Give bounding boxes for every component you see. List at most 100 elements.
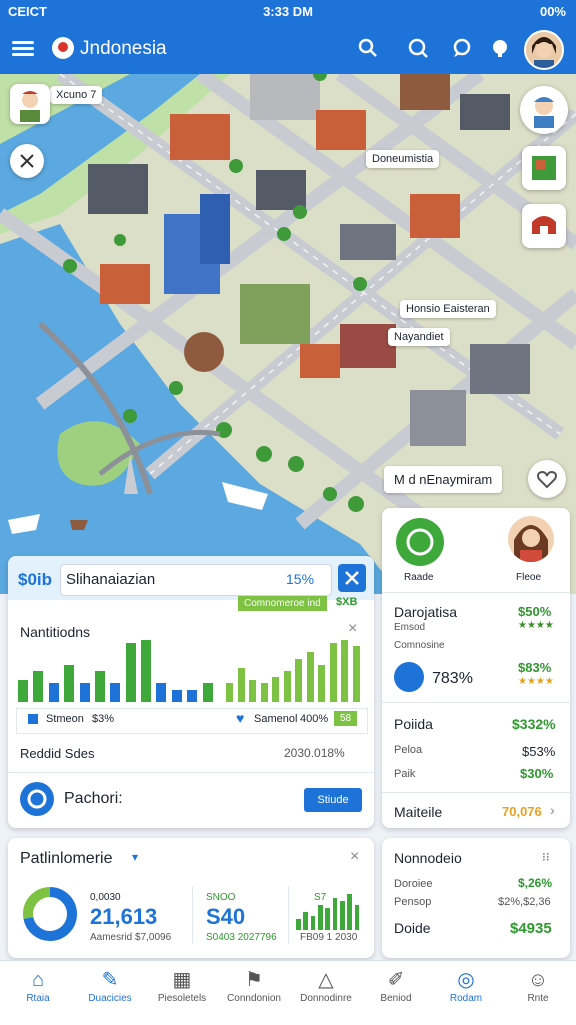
k1-foot: Aamesrid $7,0096	[90, 932, 172, 943]
chevron-right-icon[interactable]: ›	[550, 802, 555, 818]
chart-bar	[156, 683, 167, 702]
nav-item-search[interactable]: ◎ Rodam	[430, 967, 502, 1021]
k3-foot: FB09 1 2030	[300, 932, 358, 943]
avatar[interactable]	[524, 30, 564, 70]
chart-bar	[354, 904, 360, 930]
building-icon: ▦	[172, 969, 192, 991]
user-avatar[interactable]	[508, 516, 554, 562]
label-a: Raade	[404, 572, 434, 583]
summary-title: Slihanaiazian	[66, 571, 156, 588]
bar-chart-right	[226, 640, 364, 702]
nav-item-edit[interactable]: ✐ Beniod	[360, 967, 432, 1021]
chart-bar	[226, 683, 234, 702]
chart-bar	[340, 901, 345, 930]
nav-label: Beniod	[380, 993, 412, 1004]
footer-value[interactable]: 70,076	[502, 804, 542, 819]
chart-bar	[249, 680, 257, 702]
tent-icon: △	[318, 969, 334, 991]
map-label-center[interactable]: Honsio Eaisteran	[400, 300, 496, 318]
nav-item-map[interactable]: ⚑ Conndonion	[218, 967, 290, 1021]
r1-title: Darojatisa	[394, 604, 458, 620]
app-title: Jndonesia	[80, 38, 167, 59]
big-percent: 783%	[432, 670, 473, 687]
chart-bar	[306, 652, 314, 702]
chart-icon	[394, 662, 424, 692]
close-icon[interactable]: ×	[348, 620, 357, 638]
chart-bar	[332, 897, 338, 930]
favorite-icon[interactable]	[528, 460, 566, 498]
nav-label: Rtaia	[26, 993, 50, 1004]
guide-avatar-icon[interactable]	[520, 86, 568, 134]
map-label-district[interactable]: Nayandiet	[388, 328, 450, 346]
landmark-icon[interactable]	[522, 204, 566, 248]
explore-icon[interactable]	[406, 37, 430, 61]
summary-badge: $0ib	[18, 570, 53, 589]
chart-bar	[347, 894, 353, 930]
battery-label: 00%	[539, 4, 566, 19]
r5-value: $30%	[520, 766, 554, 781]
chart-bar	[329, 643, 337, 702]
chart-bar	[48, 683, 59, 702]
rating-stars-icon: ★★★★	[518, 620, 554, 631]
notes-r1-value: $,26%	[518, 876, 553, 890]
nav-label: Duacicies	[88, 993, 132, 1004]
legend-a-value: $3%	[92, 713, 115, 725]
nav-item-home[interactable]: ⌂ Rtaia	[2, 967, 74, 1021]
map-search-label[interactable]: M d nEnaymiram	[384, 466, 503, 493]
promo-label: Pachori:	[64, 790, 123, 807]
notes-r3: Doide	[394, 920, 431, 936]
rating-stars-gold-icon: ★★★★	[518, 676, 554, 687]
chart-bar	[237, 667, 245, 702]
search-icon: ◎	[457, 969, 475, 991]
chart-bar	[125, 643, 136, 702]
notes-r3-value: $4935	[510, 920, 552, 937]
menu-icon[interactable]	[12, 38, 34, 60]
chart-bar	[341, 640, 349, 702]
notification-icon[interactable]	[488, 37, 512, 61]
layers-icon[interactable]	[522, 146, 566, 190]
donut-chart	[20, 884, 80, 944]
nav-item-buildings[interactable]: ▦ Piesoletels	[146, 967, 218, 1021]
side-stats-card: Raade Fleoe Darojatisa $50% Emsod ★★★★ C…	[382, 508, 570, 828]
bar-chart-left	[18, 640, 218, 702]
section-title: Nantitiodns	[20, 624, 91, 640]
chart-bar	[318, 904, 323, 930]
promo-icon	[20, 782, 54, 816]
summary-percent: 15%	[286, 571, 315, 587]
perf-title: Patlinlomerie	[20, 850, 113, 867]
tools-button[interactable]	[338, 564, 366, 592]
status-ring-icon	[396, 518, 444, 566]
r5-title: Paik	[394, 768, 416, 780]
r4-title: Peloa	[394, 744, 423, 756]
map-label-station[interactable]: Doneumistia	[366, 150, 440, 168]
r1-sub: Emsod	[394, 622, 426, 633]
nav-item-tools[interactable]: ✎ Duacicies	[74, 967, 146, 1021]
promo-button[interactable]: Stiude	[304, 788, 362, 812]
search-icon[interactable]	[356, 37, 380, 61]
map-icon: ⚑	[245, 969, 263, 991]
home-icon: ⌂	[31, 969, 45, 991]
more-icon[interactable]: ⁝⁝	[542, 850, 550, 864]
chevron-down-icon[interactable]: ▾	[132, 850, 138, 864]
legend-a-label: Stmeon	[46, 713, 84, 725]
chart-bar	[18, 680, 28, 702]
chat-icon[interactable]	[450, 37, 474, 61]
map-label-area[interactable]: Xcuno 7	[50, 86, 103, 104]
notes-title: Nonnodeio	[394, 850, 462, 866]
compass-icon[interactable]	[10, 144, 44, 178]
user-icon: ☺	[527, 969, 549, 991]
tools-icon: ✎	[101, 969, 119, 991]
nav-item-profile[interactable]: ☺ Rnte	[502, 967, 574, 1021]
legend-b-label: Samenol	[254, 713, 298, 725]
r3-value: $332%	[512, 716, 556, 732]
k2-small: SNOO	[206, 892, 236, 903]
chart-bar	[141, 640, 152, 702]
chart-bar	[64, 664, 75, 702]
close-icon[interactable]: ×	[350, 848, 359, 866]
profile-thumb-icon[interactable]	[10, 84, 50, 124]
chart-bar	[110, 683, 121, 702]
r3-title: Poiida	[394, 716, 433, 732]
nav-item-tent[interactable]: △ Donnodinre	[290, 967, 362, 1021]
chart-bar	[171, 689, 182, 702]
performance-card: Patlinlomerie ▾ × 0,0030 21,613 Aamesrid…	[8, 838, 374, 958]
